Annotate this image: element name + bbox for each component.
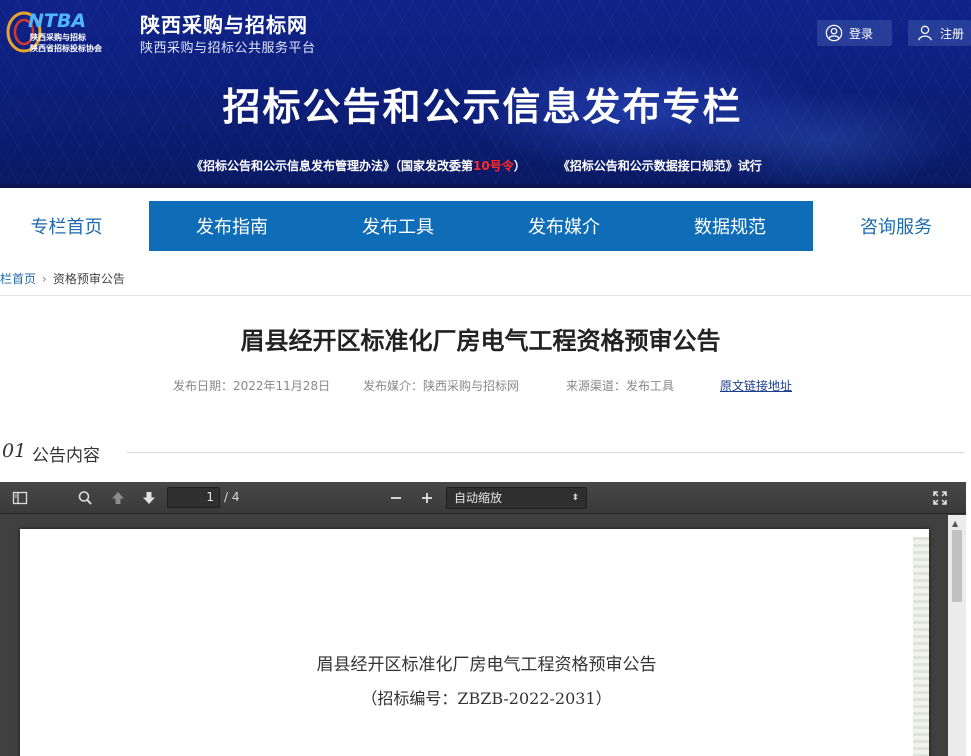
section-divider (127, 452, 965, 453)
login-label: 登录 (849, 26, 874, 41)
document-title: 眉县经开区标准化厂房电气工程资格预审公告 (316, 655, 657, 675)
page-number-input[interactable]: 1 (167, 487, 220, 508)
pdf-page: 眉县经开区标准化厂房电气工程资格预审公告 （招标编号：ZBZB-2022-203… (20, 529, 929, 756)
sidebar-toggle-icon[interactable] (10, 488, 30, 508)
breadcrumb-divider (0, 295, 971, 296)
zoom-out-icon[interactable] (386, 488, 406, 508)
nav-item-home[interactable]: 专栏首页 (0, 201, 149, 251)
logo-sub-2: 陕西省招标投标协会 (30, 43, 102, 53)
nav-item-consult[interactable]: 咨询服务 (813, 201, 971, 251)
page-title: 眉县经开区标准化厂房电气工程资格预审公告 (240, 327, 721, 355)
pdf-toolbar: 1 / 4 自动缩放 ⬍ (0, 482, 966, 514)
nav-item-media[interactable]: 发布媒介 (481, 201, 647, 251)
pdf-document-area[interactable]: 眉县经开区标准化厂房电气工程资格预审公告 （招标编号：ZBZB-2022-203… (0, 515, 966, 756)
document-number: （招标编号：ZBZB-2022-2031） (361, 689, 612, 708)
select-arrows-icon: ⬍ (571, 493, 579, 503)
register-label: 注册 (940, 26, 965, 41)
logo-sub-1: 陕西采购与招标 (30, 32, 86, 42)
site-name: 陕西采购与招标网 (140, 13, 308, 37)
site-subtitle: 陕西采购与招标公共服务平台 (140, 41, 316, 56)
previous-page-icon[interactable] (108, 488, 128, 508)
user-icon (918, 25, 932, 41)
login-button[interactable]: 登录 (817, 20, 892, 46)
notice-line: 《招标公告和公示信息发布管理办法》（国家发改委第10号令） 《招标公告和公示数据接… (191, 157, 762, 174)
notice-spec-link[interactable]: 《招标公告和公示数据接口规范》试行 (558, 159, 762, 173)
source-channel: 来源渠道：发布工具 (566, 379, 675, 393)
section-title: 公告内容 (32, 446, 100, 466)
publish-date: 发布日期：2022年11月28日 (173, 379, 331, 393)
main-nav: 专栏首页 发布指南 发布工具 发布媒介 数据规范 咨询服务 (0, 201, 971, 251)
banner-title: 招标公告和公示信息发布专栏 (222, 85, 743, 129)
scroll-thumb[interactable] (952, 530, 962, 602)
banner-divider (0, 184, 971, 188)
next-page-icon[interactable] (139, 488, 159, 508)
nav-item-guide[interactable]: 发布指南 (149, 201, 315, 251)
ntba-logo[interactable]: NTBA 陕西采购与招标 陕西省招标投标协会 (6, 6, 134, 56)
zoom-select[interactable]: 自动缩放 ⬍ (446, 487, 587, 509)
chevron-right-icon: › (42, 272, 47, 286)
notice-regulation-link[interactable]: 《招标公告和公示信息发布管理办法》（国家发改委第10号令） (191, 159, 526, 173)
register-button[interactable]: 注册 (908, 20, 971, 46)
page-edge-texture (913, 537, 929, 756)
scroll-up-icon[interactable]: ▲ (952, 519, 958, 528)
breadcrumb-home[interactable]: 栏首页 (0, 272, 36, 286)
page-total: / 4 (224, 490, 240, 504)
notice-highlight: 10号令 (473, 159, 514, 173)
zoom-in-icon[interactable] (417, 488, 437, 508)
publish-media: 发布媒介：陕西采购与招标网 (363, 379, 520, 393)
zoom-value: 自动缩放 (454, 491, 503, 505)
vertical-scrollbar[interactable]: ▲ (948, 515, 966, 756)
nav-item-data-spec[interactable]: 数据规范 (647, 201, 813, 251)
breadcrumb: 栏首页 › 资格预审公告 (0, 270, 125, 287)
header-banner: NTBA 陕西采购与招标 陕西省招标投标协会 陕西采购与招标网 陕西采购与招标公… (0, 0, 971, 188)
original-link[interactable]: 原文链接地址 (720, 377, 792, 394)
fullscreen-icon[interactable] (930, 488, 950, 508)
search-icon[interactable] (75, 488, 95, 508)
section-number: 01 (2, 440, 27, 462)
user-circle-icon (825, 24, 843, 42)
pdf-viewer: 1 / 4 自动缩放 ⬍ 眉县经开区标准化厂房电气工程资格预审公告 （招标编号：… (0, 482, 966, 756)
nav-item-tools[interactable]: 发布工具 (315, 201, 481, 251)
svg-text:NTBA: NTBA (28, 10, 86, 32)
breadcrumb-current: 资格预审公告 (52, 272, 125, 286)
